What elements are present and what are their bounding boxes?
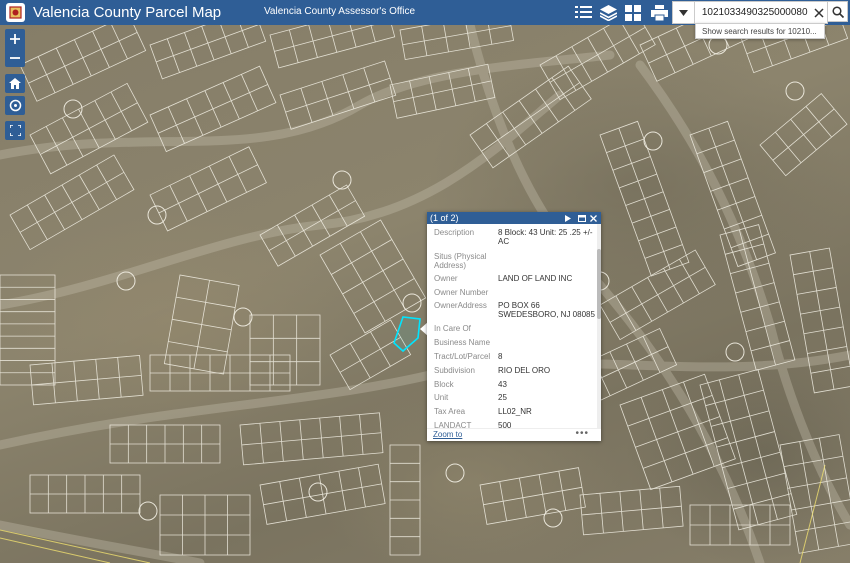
parcel-layer	[0, 25, 850, 563]
next-feature-button[interactable]	[562, 212, 573, 224]
search-source-dropdown[interactable]	[673, 2, 695, 23]
clear-search-button[interactable]	[812, 5, 827, 21]
fullscreen-button[interactable]	[5, 121, 25, 140]
attr-label: Subdivision	[434, 366, 475, 375]
locate-button[interactable]	[5, 96, 25, 115]
attr-value: LL02_NR	[498, 407, 532, 416]
attr-label: Description	[434, 228, 475, 237]
plus-icon	[10, 33, 20, 44]
close-icon	[590, 214, 597, 222]
attr-value: 25	[498, 393, 507, 402]
app-header: Valencia County Parcel Map Valencia Coun…	[0, 0, 850, 25]
basemap-gallery-icon	[625, 4, 641, 21]
search-input[interactable]	[694, 6, 812, 19]
map-view[interactable]	[0, 25, 850, 563]
play-icon	[564, 214, 571, 222]
attr-value: 43	[498, 380, 507, 389]
attr-value: PO BOX 66 SWEDESBORO, NJ 08085	[498, 301, 595, 319]
layers-button[interactable]	[597, 2, 619, 23]
popup-footer: Zoom to •••	[427, 428, 601, 441]
print-icon	[650, 4, 668, 21]
popup-attributes[interactable]: Description 8 Block: 43 Unit: 25 .25 +/-…	[427, 224, 597, 429]
fullscreen-icon	[9, 125, 21, 136]
attr-label: Situs (Physical Address)	[434, 252, 487, 270]
attr-label: Tract/Lot/Parcel	[434, 352, 491, 361]
locate-control	[5, 96, 25, 115]
close-icon	[814, 7, 824, 18]
app-subtitle: Valencia County Assessor's Office	[264, 6, 416, 17]
attr-value: RIO DEL ORO	[498, 366, 551, 375]
app-title: Valencia County Parcel Map	[33, 4, 222, 21]
zoom-in-button[interactable]	[5, 29, 25, 48]
attr-label: Tax Area	[434, 407, 466, 416]
attr-label: OwnerAddress	[434, 301, 487, 310]
attr-label: Owner Number	[434, 288, 489, 297]
zoom-out-button[interactable]	[5, 48, 25, 67]
zoom-to-link[interactable]: Zoom to	[433, 430, 462, 439]
popup-header: (1 of 2)	[427, 212, 601, 224]
basemap-gallery-button[interactable]	[622, 2, 644, 23]
attr-value: 8 Block: 43 Unit: 25 .25 +/- AC	[498, 228, 593, 246]
selected-parcel[interactable]	[393, 316, 421, 353]
fullscreen-control	[5, 121, 25, 140]
maximize-popup-button[interactable]	[576, 212, 587, 224]
legend-icon	[574, 6, 592, 18]
maximize-icon	[577, 214, 586, 222]
home-button[interactable]	[5, 74, 25, 93]
legend-button[interactable]	[572, 2, 594, 23]
print-button[interactable]	[648, 2, 670, 23]
home-icon	[9, 78, 21, 89]
county-seal-logo	[6, 3, 25, 22]
attr-label: Business Name	[434, 338, 491, 347]
layers-icon	[599, 4, 617, 21]
parcel-popup: (1 of 2) Description 8 Block: 43 Unit: 2…	[427, 212, 601, 441]
search-button[interactable]	[827, 1, 848, 22]
attr-label: In Care Of	[434, 324, 471, 333]
attr-label: Unit	[434, 393, 449, 402]
minus-icon	[10, 56, 20, 59]
search-box	[672, 1, 828, 24]
attr-label: Owner	[434, 274, 458, 283]
popup-pager: (1 of 2)	[430, 213, 459, 223]
attr-value: LAND OF LAND INC	[498, 274, 573, 283]
scrollbar-thumb[interactable]	[597, 249, 601, 319]
caret-down-icon	[678, 9, 688, 16]
attr-label: Block	[434, 380, 454, 389]
zoom-controls	[5, 29, 25, 67]
more-actions-button[interactable]: •••	[575, 428, 589, 439]
popup-scrollbar[interactable]	[597, 224, 601, 429]
close-popup-button[interactable]	[588, 212, 599, 224]
home-control	[5, 74, 25, 93]
attr-value: 8	[498, 352, 503, 361]
locate-icon	[9, 99, 21, 112]
search-suggestion[interactable]: Show search results for 10210...	[695, 23, 825, 39]
search-icon	[831, 5, 844, 18]
